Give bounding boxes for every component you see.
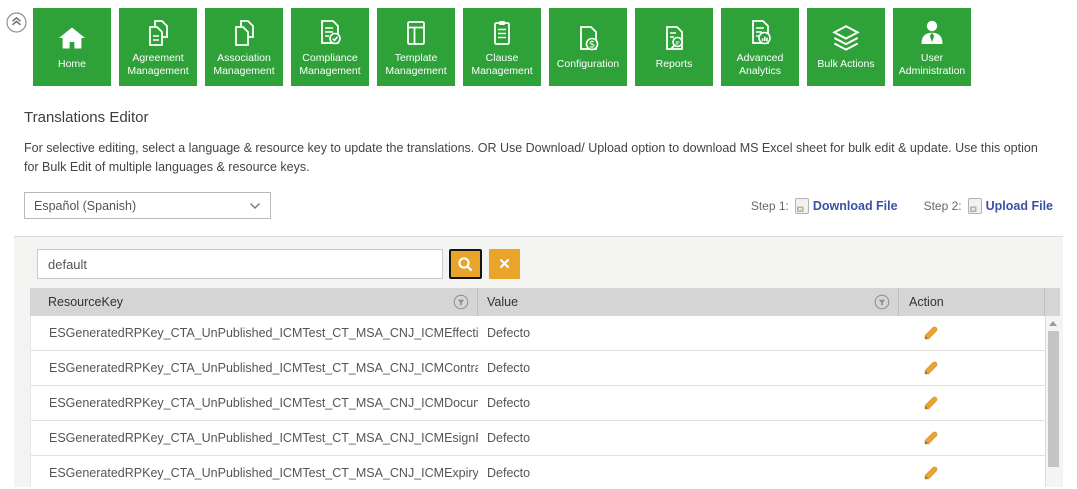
page-description: For selective editing, select a language… bbox=[24, 139, 1053, 177]
search-row: ✕ bbox=[37, 249, 1060, 279]
resource-key-cell: ESGeneratedRPKey_CTA_UnPublished_ICMTest… bbox=[31, 396, 478, 410]
nav-tile-label: Compliance Management bbox=[293, 52, 367, 77]
chevron-down-icon bbox=[249, 202, 261, 210]
resource-key-search-input[interactable] bbox=[37, 249, 443, 279]
translations-panel: ✕ ResourceKey Value bbox=[14, 236, 1063, 487]
nav-tile-compliance-management[interactable]: Compliance Management bbox=[291, 8, 369, 86]
nav-tile-home[interactable]: Home bbox=[33, 8, 111, 86]
compliance-management-icon bbox=[314, 15, 346, 51]
value-cell: Defecto bbox=[478, 431, 899, 445]
scrollbar-up-arrow[interactable] bbox=[1049, 321, 1057, 326]
nav-tile-association-management[interactable]: Association Management bbox=[205, 8, 283, 86]
edit-pencil-icon[interactable] bbox=[923, 395, 939, 411]
nav-tile-template-management[interactable]: Template Management bbox=[377, 8, 455, 86]
resource-key-cell: ESGeneratedRPKey_CTA_UnPublished_ICMTest… bbox=[31, 466, 478, 480]
user-administration-icon bbox=[916, 15, 948, 51]
table-row: ESGeneratedRPKey_CTA_UnPublished_ICMTest… bbox=[31, 351, 1045, 386]
grid-header: ResourceKey Value Action bbox=[30, 288, 1060, 316]
value-cell: Defecto bbox=[478, 361, 899, 375]
column-header-value[interactable]: Value bbox=[478, 288, 899, 316]
action-cell bbox=[899, 325, 1045, 341]
value-cell: Defecto bbox=[478, 326, 899, 340]
edit-pencil-icon[interactable] bbox=[923, 325, 939, 341]
template-management-icon bbox=[400, 15, 432, 51]
filter-icon[interactable] bbox=[453, 294, 469, 310]
translations-grid: ResourceKey Value Action bbox=[30, 288, 1060, 487]
download-file-link[interactable]: Download File bbox=[813, 199, 898, 213]
top-navigation: Home Agreement Management Association Ma… bbox=[0, 0, 1077, 86]
vertical-scrollbar[interactable] bbox=[1045, 316, 1060, 487]
configuration-icon: $ bbox=[572, 21, 604, 57]
nav-tile-user-administration[interactable]: User Administration bbox=[893, 8, 971, 86]
nav-tile-clause-management[interactable]: Clause Management bbox=[463, 8, 541, 86]
nav-tiles: Home Agreement Management Association Ma… bbox=[33, 8, 1077, 86]
download-upload-steps: Step 1: Download File Step 2: Upload Fil… bbox=[751, 198, 1053, 214]
value-cell: Defecto bbox=[478, 466, 899, 480]
table-row: ESGeneratedRPKey_CTA_UnPublished_ICMTest… bbox=[31, 386, 1045, 421]
page-title: Translations Editor bbox=[24, 109, 1077, 126]
nav-tile-label: Reports bbox=[656, 58, 693, 71]
table-row: ESGeneratedRPKey_CTA_UnPublished_ICMTest… bbox=[31, 456, 1045, 487]
step1-label: Step 1: bbox=[751, 199, 789, 213]
nav-tile-label: User Administration bbox=[895, 52, 969, 77]
search-button[interactable] bbox=[449, 249, 482, 279]
nav-tile-label: Agreement Management bbox=[121, 52, 195, 77]
grid-header-scroll-gutter bbox=[1045, 288, 1060, 316]
nav-tile-configuration[interactable]: $ Configuration bbox=[549, 8, 627, 86]
upload-file-link[interactable]: Upload File bbox=[986, 199, 1053, 213]
column-header-resourcekey[interactable]: ResourceKey bbox=[30, 288, 478, 316]
table-row: ESGeneratedRPKey_CTA_UnPublished_ICMTest… bbox=[31, 316, 1045, 351]
nav-tile-label: Bulk Actions bbox=[817, 58, 874, 71]
search-icon bbox=[457, 256, 474, 273]
controls-row: Español (Spanish) Step 1: Download File … bbox=[24, 192, 1053, 219]
home-icon bbox=[56, 21, 88, 57]
nav-tile-label: Clause Management bbox=[465, 52, 539, 77]
action-cell bbox=[899, 430, 1045, 446]
nav-tile-label: Template Management bbox=[379, 52, 453, 77]
action-cell bbox=[899, 360, 1045, 376]
nav-tile-bulk-actions[interactable]: Bulk Actions bbox=[807, 8, 885, 86]
value-cell: Defecto bbox=[478, 396, 899, 410]
filter-icon[interactable] bbox=[874, 294, 890, 310]
chevron-double-up-icon bbox=[6, 12, 27, 33]
nav-tile-label: Advanced Analytics bbox=[723, 52, 797, 77]
svg-text:$: $ bbox=[589, 40, 595, 51]
nav-tile-agreement-management[interactable]: Agreement Management bbox=[119, 8, 197, 86]
edit-pencil-icon[interactable] bbox=[923, 430, 939, 446]
grid-rows: ESGeneratedRPKey_CTA_UnPublished_ICMTest… bbox=[30, 316, 1045, 487]
table-row: ESGeneratedRPKey_CTA_UnPublished_ICMTest… bbox=[31, 421, 1045, 456]
resource-key-cell: ESGeneratedRPKey_CTA_UnPublished_ICMTest… bbox=[31, 326, 478, 340]
scrollbar-thumb[interactable] bbox=[1048, 331, 1059, 467]
association-management-icon bbox=[228, 15, 260, 51]
resource-key-cell: ESGeneratedRPKey_CTA_UnPublished_ICMTest… bbox=[31, 361, 478, 375]
excel-file-icon bbox=[968, 198, 982, 214]
reports-icon bbox=[658, 21, 690, 57]
nav-tile-label: Association Management bbox=[207, 52, 281, 77]
resource-key-cell: ESGeneratedRPKey_CTA_UnPublished_ICMTest… bbox=[31, 431, 478, 445]
step2-label: Step 2: bbox=[924, 199, 962, 213]
collapse-nav-button[interactable] bbox=[6, 12, 27, 33]
language-select[interactable]: Español (Spanish) bbox=[24, 192, 271, 219]
column-header-action: Action bbox=[899, 288, 1045, 316]
nav-tile-label: Configuration bbox=[557, 58, 619, 71]
grid-body: ESGeneratedRPKey_CTA_UnPublished_ICMTest… bbox=[30, 316, 1060, 487]
advanced-analytics-icon bbox=[744, 15, 776, 51]
language-selected-value: Español (Spanish) bbox=[34, 199, 136, 213]
edit-pencil-icon[interactable] bbox=[923, 360, 939, 376]
action-cell bbox=[899, 465, 1045, 481]
nav-tile-reports[interactable]: Reports bbox=[635, 8, 713, 86]
nav-tile-label: Home bbox=[58, 58, 86, 71]
clear-search-button[interactable]: ✕ bbox=[489, 249, 520, 279]
edit-pencil-icon[interactable] bbox=[923, 465, 939, 481]
bulk-actions-icon bbox=[829, 21, 863, 57]
agreement-management-icon bbox=[142, 15, 174, 51]
close-icon: ✕ bbox=[498, 255, 511, 273]
nav-tile-advanced-analytics[interactable]: Advanced Analytics bbox=[721, 8, 799, 86]
clause-management-icon bbox=[486, 15, 518, 51]
excel-file-icon bbox=[795, 198, 809, 214]
action-cell bbox=[899, 395, 1045, 411]
